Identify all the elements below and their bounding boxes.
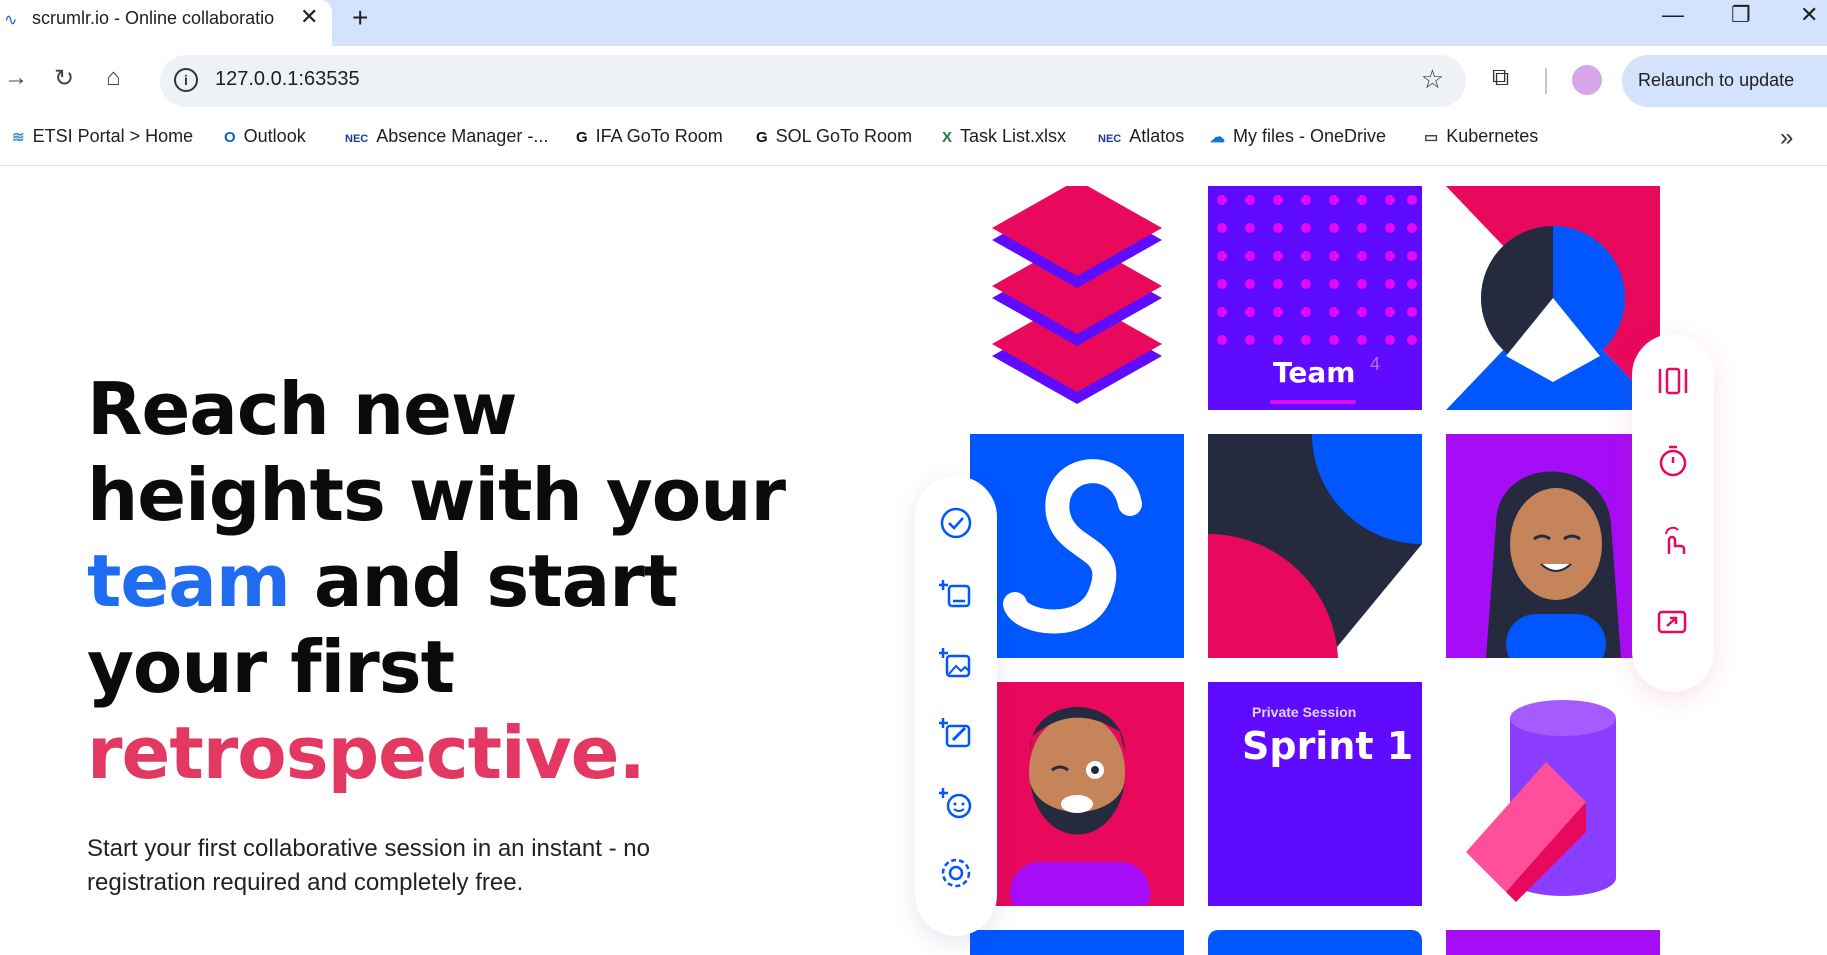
hero-line-5: retrospective. (87, 711, 646, 795)
abstract-shapes-tile (1446, 186, 1660, 410)
private-session-tile: Private Session Sprint 1 (1208, 682, 1422, 906)
extensions-icon[interactable]: ⧉ (1492, 64, 1509, 92)
onedrive-icon: ☁ (1210, 129, 1225, 146)
bookmark-kubernetes[interactable]: ▭ Kubernetes (1424, 126, 1538, 147)
add-note-edit-icon[interactable] (939, 716, 973, 750)
sprint-label: Sprint 1 (1242, 724, 1414, 768)
partial-tile-blue (970, 930, 1184, 955)
hero-line-4: your first (87, 625, 455, 709)
url-text[interactable]: 127.0.0.1:63535 (215, 68, 360, 91)
browser-chrome: ∿ scrumlr.io - Online collaboratio ✕ + —… (0, 0, 1827, 166)
nec-icon: NEC (1098, 133, 1122, 145)
minimize-icon[interactable]: — (1662, 2, 1684, 28)
bookmark-etsi[interactable]: ≋ ETSI Portal > Home (12, 126, 193, 147)
moderator-toolbar (1632, 334, 1714, 692)
hero-heading: Reach new heights with your team and sta… (87, 366, 786, 796)
profile-avatar[interactable] (1572, 65, 1602, 95)
add-image-icon[interactable] (939, 646, 973, 680)
man-avatar-tile (970, 682, 1184, 906)
close-tab-icon[interactable]: ✕ (300, 4, 318, 30)
bookmark-ifa-goto[interactable]: G IFA GoTo Room (576, 126, 723, 147)
hero-line-1: Reach new (87, 367, 517, 451)
hero-line-3: team and start (87, 538, 785, 624)
team-tile: Team 4 (1208, 186, 1422, 410)
folder-icon: ▭ (1424, 129, 1439, 146)
site-info-icon[interactable]: i (174, 68, 198, 92)
scrumlr-s-logo-tile (970, 434, 1184, 658)
tab-title: scrumlr.io - Online collaboratio (32, 8, 275, 28)
toolbar-divider (1545, 68, 1547, 94)
home-icon[interactable]: ⌂ (106, 64, 121, 92)
board-tools-toolbar (915, 476, 997, 936)
hero-line-2: heights with your (87, 453, 786, 537)
new-tab-icon[interactable]: + (352, 2, 368, 34)
geometric-circles-tile (1208, 434, 1422, 658)
team-count: 4 (1370, 354, 1381, 374)
reload-icon[interactable]: ↻ (54, 64, 74, 93)
settings-gear-icon[interactable] (939, 856, 973, 890)
more-bookmarks-icon[interactable]: » (1780, 124, 1793, 152)
excel-icon: X (942, 129, 953, 146)
restore-icon[interactable]: ❐ (1731, 2, 1751, 28)
focus-columns-icon[interactable] (1656, 364, 1690, 398)
outlook-icon: O (224, 129, 236, 146)
relaunch-label: Relaunch to update (1638, 70, 1795, 90)
partial-tile-purple (1446, 930, 1660, 955)
add-reaction-icon[interactable] (939, 786, 973, 820)
timer-icon[interactable] (1656, 444, 1690, 478)
browser-tab[interactable]: ∿ scrumlr.io - Online collaboratio ✕ (0, 0, 332, 46)
bookmark-sol-goto[interactable]: G SOL GoTo Room (756, 126, 912, 147)
bookmark-atlatos[interactable]: NEC Atlatos (1098, 126, 1184, 147)
hero-line-3-rest: and start (289, 539, 678, 623)
woman-avatar-tile (1446, 434, 1660, 658)
team-label: Team (1273, 356, 1356, 389)
private-session-label: Private Session (1252, 704, 1357, 720)
close-window-icon[interactable]: ✕ (1800, 2, 1818, 28)
scrumlr-landing-page: Reach new heights with your team and sta… (0, 166, 1827, 955)
tab-strip: ∿ scrumlr.io - Online collaboratio ✕ + —… (0, 0, 1827, 46)
cylinder-illustration (1446, 682, 1660, 906)
goto-icon: G (576, 129, 588, 146)
bookmark-outlook[interactable]: O Outlook (224, 126, 306, 147)
partial-tile-board (1208, 930, 1422, 955)
hero-subtitle: Start your first collaborative session i… (87, 835, 650, 896)
bookmarks-bar: ≋ ETSI Portal > Home O Outlook NEC Absence … (0, 116, 1827, 166)
layers-illustration (970, 186, 1184, 410)
scrumlr-favicon-icon: ∿ (4, 12, 18, 29)
bookmark-task-list[interactable]: X Task List.xlsx (942, 126, 1066, 147)
address-bar[interactable]: i 127.0.0.1:63535 ☆ (160, 55, 1466, 107)
bookmark-absence-manager[interactable]: NEC Absence Manager -... (345, 126, 548, 147)
goto-icon: G (756, 129, 768, 146)
etsi-icon: ≋ (12, 129, 25, 146)
share-screen-icon[interactable] (1656, 604, 1690, 638)
check-circle-icon[interactable] (939, 506, 973, 540)
bookmark-onedrive[interactable]: ☁ My files - OneDrive (1210, 126, 1386, 147)
nec-icon: NEC (345, 133, 369, 145)
browser-toolbar: → ↻ ⌂ i 127.0.0.1:63535 ☆ ⧉ Relaunch to … (0, 46, 1827, 116)
voting-hand-icon[interactable] (1656, 524, 1690, 558)
forward-icon[interactable]: → (4, 64, 28, 92)
hero-word-team: team (87, 539, 291, 623)
bookmark-star-icon[interactable]: ☆ (1421, 64, 1444, 95)
add-column-icon[interactable] (939, 576, 973, 610)
relaunch-button[interactable]: Relaunch to update (1622, 55, 1827, 107)
